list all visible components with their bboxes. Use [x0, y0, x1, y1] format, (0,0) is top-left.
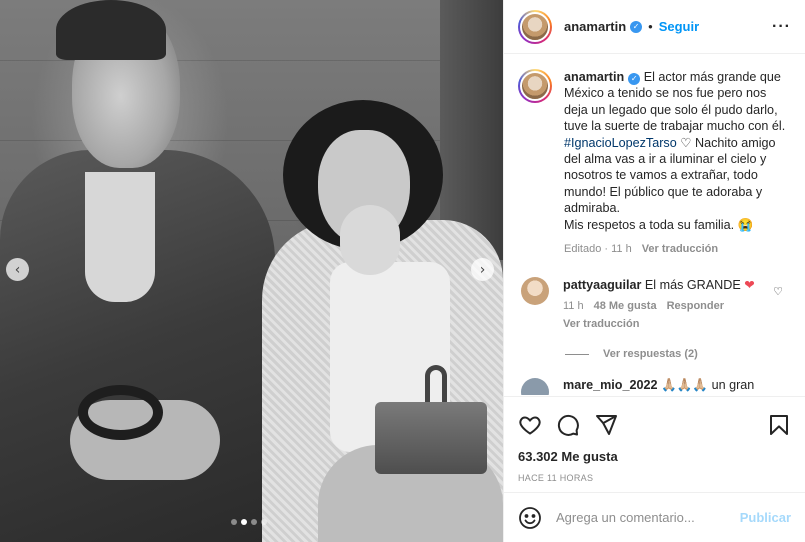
caption-hashtag-link[interactable]: #IgnacioLopezTarso	[564, 136, 677, 150]
comment-item: pattyaaguilar El más GRANDE ❤ 11 h 48 Me…	[518, 277, 791, 330]
commenter-avatar[interactable]	[521, 277, 549, 306]
author-avatar[interactable]	[518, 9, 552, 44]
action-icon-bar	[518, 405, 791, 445]
post-side-panel: anamartin ✓ • Seguir ··· anamartin ✓ El a…	[503, 0, 805, 542]
previous-photo-button[interactable]: ‹	[6, 258, 29, 281]
caption-translate-link[interactable]: Ver traducción	[642, 241, 718, 257]
likes-count[interactable]: 63.302 Me gusta	[518, 449, 791, 464]
post-actions: 63.302 Me gusta HACE 11 HORAS	[504, 396, 805, 483]
header-separator: •	[648, 19, 653, 34]
verified-badge-icon: ✓	[628, 73, 641, 86]
comment-like-heart-icon[interactable]: ♡	[773, 285, 783, 298]
comment-body: pattyaaguilar El más GRANDE ❤ 11 h 48 Me…	[563, 277, 791, 330]
carousel-dot-active	[241, 519, 247, 525]
publish-button[interactable]: Publicar	[740, 510, 791, 525]
comment-likes-link[interactable]: 48 Me gusta	[594, 300, 657, 312]
caption-age: 11 h	[611, 243, 632, 256]
comment-username[interactable]: mare_mio_2022	[563, 378, 658, 392]
photo-woman-hand	[340, 205, 400, 275]
comment-text: 🙏🏼🙏🏼🙏🏼 un gran	[661, 378, 755, 393]
comment-body: mare_mio_2022 🙏🏼🙏🏼🙏🏼 un gran	[563, 378, 791, 395]
author-username[interactable]: anamartin	[564, 19, 626, 34]
caption-meta: Editado · 11 h Ver traducción	[564, 241, 791, 257]
post-time: HACE 11 HORAS	[518, 473, 594, 483]
photo-man-shirt	[85, 172, 155, 302]
caption-author-avatar[interactable]	[518, 69, 552, 103]
comment-item: mare_mio_2022 🙏🏼🙏🏼🙏🏼 un gran	[518, 378, 791, 395]
share-icon[interactable]	[594, 413, 618, 437]
comment-translate-link[interactable]: Ver traducción	[563, 318, 791, 330]
post-header: anamartin ✓ • Seguir ···	[504, 0, 805, 54]
caption-edited-label: Editado	[564, 243, 602, 256]
comment-icon[interactable]	[556, 413, 580, 437]
comment-age: 11 h	[563, 300, 584, 313]
comment-meta: 11 h 48 Me gusta Responder	[563, 300, 791, 312]
verified-badge-icon: ✓	[630, 20, 643, 33]
bookmark-icon[interactable]	[767, 413, 791, 437]
caption-meta-dot: ·	[604, 243, 609, 256]
comment-username[interactable]: pattyaaguilar	[563, 278, 641, 292]
carousel-dot	[251, 519, 257, 525]
caption-author[interactable]: anamartin	[564, 70, 624, 84]
photo-man-hair	[56, 0, 166, 60]
caption-body: anamartin ✓ El actor más grande que Méxic…	[564, 69, 791, 257]
author-avatar-image	[520, 11, 550, 42]
comments-list[interactable]: anamartin ✓ El actor más grande que Méxic…	[504, 55, 805, 395]
carousel-dot	[231, 519, 237, 525]
follow-button[interactable]: Seguir	[659, 19, 699, 34]
heart-icon[interactable]	[518, 413, 542, 437]
post-photo[interactable]: ‹ ›	[0, 0, 503, 542]
caption: anamartin ✓ El actor más grande que Méxic…	[518, 69, 791, 257]
view-replies-button[interactable]: Ver respuestas (2)	[565, 348, 791, 360]
view-replies-label: Ver respuestas (2)	[603, 348, 698, 361]
carousel-indicator	[231, 519, 267, 525]
photo-belt	[78, 385, 163, 440]
photo-purse	[375, 402, 487, 474]
comment-text: El más GRANDE	[644, 278, 741, 293]
carousel-dot	[261, 519, 267, 525]
caption-text-last-line: Mis respetos a toda su familia. 😭	[564, 217, 754, 232]
caption-author-avatar-image	[520, 71, 550, 101]
comment-reply-button[interactable]: Responder	[667, 300, 724, 312]
chevron-left-icon: ‹	[14, 261, 21, 278]
comment-input[interactable]	[556, 510, 740, 525]
emoji-icon[interactable]	[518, 506, 542, 530]
replies-line	[565, 353, 589, 355]
next-photo-button[interactable]: ›	[471, 258, 494, 281]
more-options-icon[interactable]: ···	[772, 18, 791, 36]
red-heart-emoji: ❤	[744, 278, 755, 293]
commenter-avatar[interactable]	[521, 378, 549, 395]
comment-composer: Publicar	[504, 492, 805, 542]
chevron-right-icon: ›	[479, 261, 486, 278]
